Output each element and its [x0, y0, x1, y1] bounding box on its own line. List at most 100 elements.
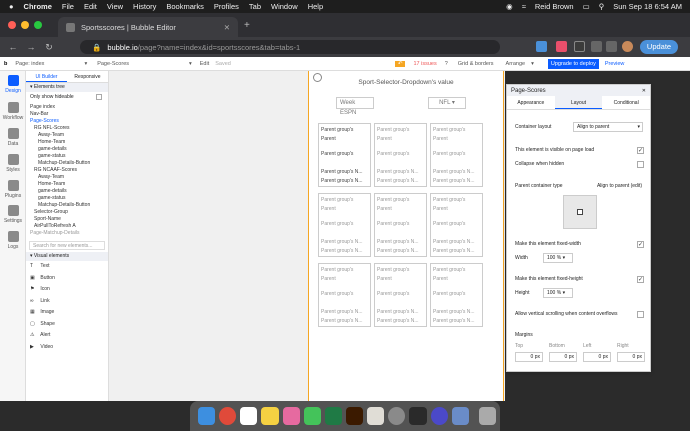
tree-item[interactable]: Selector-Group [26, 209, 108, 216]
sidebar-item-workflow[interactable]: Workflow [0, 102, 26, 121]
tab-appearance[interactable]: Appearance [507, 96, 555, 109]
tree-item[interactable]: Matchup-Details-Button [26, 160, 108, 167]
sidebar-icon[interactable] [606, 41, 617, 52]
sidebar-item-design[interactable]: Design [0, 75, 26, 94]
chevron-down-icon[interactable]: ▾ [189, 61, 192, 67]
app-icon[interactable] [367, 407, 385, 425]
preview-button[interactable]: Preview [605, 61, 625, 67]
center-alignment-icon[interactable] [577, 209, 583, 215]
menu-view[interactable]: View [107, 2, 123, 11]
app-icon[interactable] [430, 407, 448, 425]
undo-icon[interactable]: ↶ [394, 60, 406, 67]
tree-item[interactable]: game-details [26, 188, 108, 195]
margin-left-input[interactable]: 0 px [583, 352, 611, 362]
tab-conditional[interactable]: Conditional [602, 96, 650, 109]
close-tab-icon[interactable]: ✕ [224, 23, 230, 32]
margin-right-input[interactable]: 0 px [617, 352, 645, 362]
update-button[interactable]: Update [640, 40, 678, 54]
menu-help[interactable]: Help [308, 2, 323, 11]
visual-element-image[interactable]: ▦ Image [26, 307, 108, 319]
notes-icon[interactable] [261, 407, 279, 425]
close-icon[interactable]: ✕ [642, 88, 646, 94]
sidebar-item-styles[interactable]: Styles [0, 154, 26, 173]
trash-icon[interactable] [478, 407, 496, 425]
menu-history[interactable]: History [133, 2, 156, 11]
apple-icon[interactable]: ● [9, 2, 14, 11]
edit-menu[interactable]: Edit [200, 61, 209, 67]
extension-icon[interactable] [556, 41, 567, 52]
grid-borders-button[interactable]: Grid & borders [458, 61, 494, 67]
visual-elements-header[interactable]: ▾ Visual elements [26, 252, 108, 261]
visual-element-link[interactable]: ∞ Link [26, 296, 108, 308]
new-tab-icon[interactable]: + [244, 20, 250, 31]
extension-icon[interactable] [536, 41, 547, 52]
visible-on-load-checkbox[interactable]: ✓ [637, 147, 644, 154]
sidebar-item-settings[interactable]: Settings [0, 205, 26, 224]
visual-element-alert[interactable]: ⚠ Alert [26, 330, 108, 342]
arrange-button[interactable]: Arrange [506, 61, 526, 67]
tree-item[interactable]: game-details [26, 146, 108, 153]
vertical-scroll-checkbox[interactable] [637, 311, 644, 318]
status-icon[interactable]: ◉ [506, 2, 513, 11]
tree-item[interactable]: Sport-Name [26, 216, 108, 223]
sidebar-item-data[interactable]: Data [0, 128, 26, 147]
minimize-window-button[interactable] [21, 21, 29, 29]
help-icon[interactable]: ? [445, 61, 448, 67]
tree-item[interactable]: Page index [26, 104, 108, 111]
tree-item[interactable]: Home-Team [26, 139, 108, 146]
extension-icon[interactable] [574, 41, 585, 52]
chevron-down-icon[interactable]: ▾ [84, 61, 87, 67]
bubble-logo-icon[interactable]: b [4, 61, 7, 67]
messages-icon[interactable] [303, 407, 321, 425]
tab-ui-builder[interactable]: UI Builder [26, 71, 67, 82]
menu-app[interactable]: Chrome [24, 2, 52, 11]
avatar[interactable] [622, 41, 633, 52]
tree-item[interactable]: AirPullToRefresh A [26, 223, 108, 230]
width-input[interactable]: 100 % ▾ [543, 253, 573, 263]
element-search-input[interactable]: Search for new elements... [29, 241, 105, 250]
menu-bookmarks[interactable]: Bookmarks [166, 2, 204, 11]
calendar-icon[interactable] [240, 407, 258, 425]
menu-tab[interactable]: Tab [249, 2, 261, 11]
repeating-group-cell[interactable]: Parent group's Parent Parent group's Parent… [430, 263, 483, 327]
chrome-icon[interactable] [219, 407, 237, 425]
tree-item[interactable]: game-status [26, 195, 108, 202]
reload-icon[interactable]: ↻ [44, 42, 54, 53]
tree-item[interactable]: Nav-Bar [26, 111, 108, 118]
puzzle-icon[interactable] [591, 41, 602, 52]
alignment-grid[interactable] [563, 195, 597, 229]
back-icon[interactable]: ← [8, 42, 18, 52]
container-layout-select[interactable]: Align to parent ▾ [573, 122, 643, 132]
repeating-group-cell[interactable]: Parent group's Parent Parent group's Parent… [318, 123, 371, 187]
visual-element-video[interactable]: ▶ Video [26, 342, 108, 354]
close-window-button[interactable] [8, 21, 16, 29]
menu-window[interactable]: Window [271, 2, 298, 11]
page-scores-frame[interactable]: Sport-Selector-Dropdown's value Week ESP… [308, 71, 504, 401]
sidebar-item-plugins[interactable]: Plugins [0, 180, 26, 199]
tab-layout[interactable]: Layout [554, 96, 603, 109]
menu-profiles[interactable]: Profiles [214, 2, 239, 11]
parent-type-value[interactable]: Align to parent (edit) [597, 183, 642, 189]
tree-item[interactable]: Page-Matchup-Details [26, 230, 108, 237]
url-bar[interactable]: 🔒 bubble.io /page?name=index&id=sportssc… [80, 40, 500, 54]
wifi-icon[interactable]: ≈ [522, 2, 526, 11]
visual-element-text[interactable]: T Text [26, 261, 108, 273]
visual-element-shape[interactable]: ▢ Shape [26, 319, 108, 331]
tree-item[interactable]: Home-Team [26, 181, 108, 188]
search-icon[interactable]: ⚲ [599, 2, 605, 11]
page-selector[interactable]: Page: index [15, 61, 44, 67]
visual-element-button[interactable]: ▣ Button [26, 273, 108, 285]
repeating-group-cell[interactable]: Parent group's Parent Parent group's Parent… [374, 263, 427, 327]
deploy-button[interactable]: Upgrade to deploy [547, 58, 599, 69]
launchpad-icon[interactable] [282, 407, 300, 425]
tree-item[interactable]: Page-Scores [26, 118, 108, 125]
height-input[interactable]: 100 % ▾ [543, 288, 573, 298]
menu-edit[interactable]: Edit [84, 2, 97, 11]
tree-item[interactable]: game-status [26, 153, 108, 160]
sidebar-item-logs[interactable]: Logs [0, 231, 26, 250]
collapse-hidden-checkbox[interactable] [637, 161, 644, 168]
selected-element-label[interactable]: Page-Scores [97, 61, 129, 67]
sport-dropdown[interactable]: NFL ▾ [428, 97, 466, 109]
user-name[interactable]: Reid Brown [535, 2, 574, 11]
app-icon[interactable] [409, 407, 427, 425]
